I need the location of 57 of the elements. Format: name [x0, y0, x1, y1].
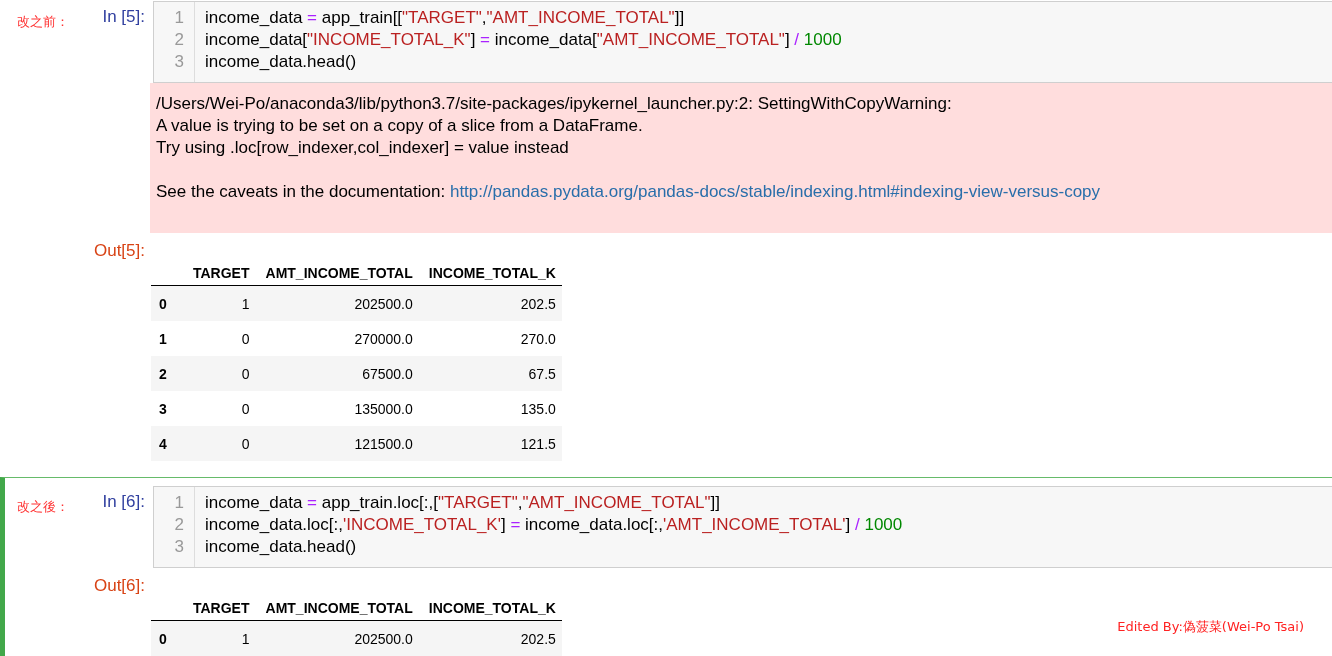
row-index: 4	[151, 426, 183, 461]
table-cell: 202.5	[418, 285, 562, 321]
table-cell: 202500.0	[255, 620, 419, 656]
table-cell: 135.0	[418, 391, 562, 426]
table-cell: 0	[183, 321, 256, 356]
table-cell: 135000.0	[255, 391, 419, 426]
code-line: income_data.head()	[205, 536, 358, 558]
table-cell: 270000.0	[255, 321, 419, 356]
code-line: income_data = app_train.loc[:,["TARGET","AMT_INCOME_TOTAL"]]	[205, 492, 722, 514]
warning-text: A value is trying to be set on a copy of a slice from a DataFrame.	[156, 115, 644, 137]
code-line: income_data.head()	[205, 51, 358, 73]
table-cell: 0	[183, 356, 256, 391]
signature-text: Edited By:偽菠菜(Wei-Po Tsai)	[1117, 618, 1304, 636]
line-number: 1	[173, 492, 185, 514]
line-number: 2	[173, 29, 185, 51]
table-cell: 270.0	[418, 321, 562, 356]
input-prompt: In [5]:	[101, 6, 146, 27]
warning-text: See the caveats in the documentation: http://pandas.pydata.org/pandas-docs/stable/indexing.html#indexing-view-versus-copy	[156, 181, 1102, 203]
table-cell: 67.5	[418, 356, 562, 391]
line-number: 3	[173, 51, 185, 73]
table-cell: 121.5	[418, 426, 562, 461]
row-index: 0	[151, 285, 183, 321]
warning-text: /Users/Wei-Po/anaconda3/lib/python3.7/site-packages/ipykernel_launcher.py:2: SettingWithCopyWarning:	[156, 93, 953, 115]
row-index: 2	[151, 356, 183, 391]
column-header: TARGET	[183, 261, 256, 286]
code-line: income_data = app_train[["TARGET","AMT_INCOME_TOTAL"]]	[205, 7, 686, 29]
code-line: income_data.loc[:,'INCOME_TOTAL_K'] = income_data.loc[:,'AMT_INCOME_TOTAL'] / 1000	[205, 514, 903, 536]
column-header: INCOME_TOTAL_K	[418, 261, 562, 286]
table-cell: 121500.0	[255, 426, 419, 461]
table-cell: 0	[183, 391, 256, 426]
row-index: 3	[151, 391, 183, 426]
table-cell: 202500.0	[255, 285, 419, 321]
annotation-label: 改之後：	[16, 498, 70, 516]
table-cell: 67500.0	[255, 356, 419, 391]
code-editor[interactable]: 1 2 3 income_data = app_train[["TARGET","AMT_INCOME_TOTAL"]] income_data["INCOME_TOTAL_K"] = income_data["AMT_INCOME_TOTAL"] / 1000 income_data.head()	[153, 1, 1332, 83]
documentation-link[interactable]: http://pandas.pydata.org/pandas-docs/stable/indexing.html#indexing-view-versus-copy	[449, 182, 1101, 201]
annotation-label: 改之前：	[16, 13, 70, 31]
line-number: 3	[173, 536, 185, 558]
code-editor[interactable]: 1 2 3 income_data = app_train.loc[:,["TARGET","AMT_INCOME_TOTAL"]] income_data.loc[:,'INCOME_TOTAL_K'] = income_data.loc[:,'AMT_INCOME_TOTAL'] / 1000 income_data.head()	[153, 486, 1332, 568]
table-cell: 1	[183, 620, 256, 656]
code-line: income_data["INCOME_TOTAL_K"] = income_data["AMT_INCOME_TOTAL"] / 1000	[205, 29, 842, 51]
line-number: 1	[173, 7, 185, 29]
table-cell: 0	[183, 426, 256, 461]
row-index: 1	[151, 321, 183, 356]
table-cell: 202.5	[418, 620, 562, 656]
output-prompt: Out[6]:	[92, 575, 146, 596]
column-header: AMT_INCOME_TOTAL	[255, 261, 419, 286]
column-header: TARGET	[183, 596, 256, 621]
input-prompt: In [6]:	[101, 491, 146, 512]
table-cell: 1	[183, 285, 256, 321]
row-index: 0	[151, 620, 183, 656]
output-prompt: Out[5]:	[92, 240, 146, 261]
notebook-cell[interactable]	[0, 477, 1332, 656]
line-number: 2	[173, 514, 185, 536]
column-header: INCOME_TOTAL_K	[418, 596, 562, 621]
warning-text: Try using .loc[row_indexer,col_indexer] = value instead	[156, 137, 570, 159]
column-header: AMT_INCOME_TOTAL	[255, 596, 419, 621]
